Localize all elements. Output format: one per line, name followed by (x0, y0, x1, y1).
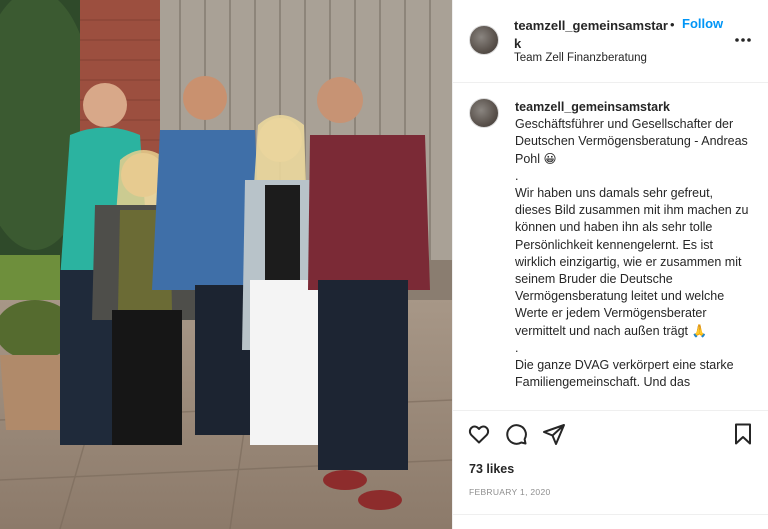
bookmark-icon[interactable] (731, 422, 757, 448)
actions-divider (453, 410, 768, 411)
comment-bar (453, 515, 768, 529)
caption-line: . (515, 340, 519, 355)
header-separator: • (670, 17, 675, 32)
heart-icon[interactable] (467, 422, 493, 448)
header-avatar[interactable] (469, 25, 499, 55)
caption-avatar[interactable] (469, 98, 499, 128)
share-icon[interactable] (542, 422, 568, 448)
header-divider (453, 82, 768, 83)
caption-line: Die ganze DVAG verkörpert eine starke Fa… (515, 358, 738, 390)
like-count[interactable]: 73 likes (469, 462, 514, 476)
post-photo[interactable] (0, 0, 452, 529)
follow-button[interactable]: Follow (682, 16, 723, 31)
more-horizontal-icon[interactable] (733, 30, 753, 50)
location-subtitle[interactable]: Team Zell Finanzberatung (514, 52, 647, 64)
header-username[interactable]: teamzell_gemeinsamstark (514, 17, 669, 53)
action-bar (467, 422, 757, 448)
caption-line: Wir haben uns damals sehr gefreut, diese… (515, 186, 749, 338)
caption: teamzell_gemeinsamstark Geschäftsführer … (515, 99, 751, 407)
group-photo-image (0, 0, 452, 529)
caption-username[interactable]: teamzell_gemeinsamstark (515, 99, 751, 116)
post-date[interactable]: FEBRUARY 1, 2020 (469, 487, 551, 497)
post-side-panel: teamzell_gemeinsamstark • Follow Team Ze… (452, 0, 768, 529)
comment-icon[interactable] (504, 422, 530, 448)
caption-line: . (515, 168, 519, 183)
caption-line: Geschäftsführer und Gesellschafter der D… (515, 117, 751, 166)
